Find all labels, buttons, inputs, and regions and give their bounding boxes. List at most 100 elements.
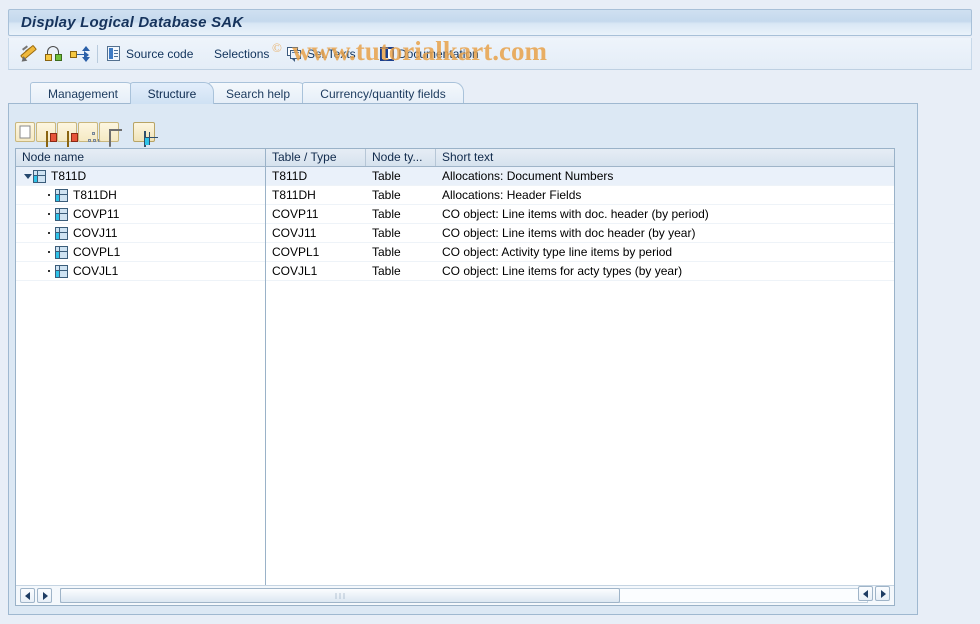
cell-node-name: COVJ11 bbox=[16, 224, 266, 242]
cell-node-type: Table bbox=[372, 207, 401, 221]
column-header-node-name[interactable]: Node name bbox=[16, 149, 266, 166]
window-title-bar: Display Logical Database SAK bbox=[8, 9, 972, 36]
insert-node-button[interactable] bbox=[57, 122, 78, 147]
cell-short-text: Allocations: Header Fields bbox=[442, 188, 582, 202]
table-row[interactable]: COVJ11 COVJ11 Table CO object: Line item… bbox=[16, 224, 894, 243]
cell-short-text: CO object: Activity type line items by p… bbox=[442, 245, 673, 259]
structure-panel: Node name Table / Type Node ty... Short … bbox=[8, 103, 918, 615]
panel-scroll-left-button[interactable] bbox=[858, 586, 873, 601]
node-name-label: COVP11 bbox=[73, 207, 120, 221]
display-change-icon bbox=[19, 44, 39, 64]
grid-horizontal-scrollbar bbox=[16, 585, 894, 605]
cell-node-name: COVP11 bbox=[16, 205, 266, 223]
expand-button[interactable] bbox=[69, 38, 90, 70]
table-row[interactable]: T811D T811D Table Allocations: Document … bbox=[16, 167, 894, 186]
tab-currency-quantity-fields[interactable]: Currency/quantity fields bbox=[302, 82, 464, 104]
scroll-left-button[interactable] bbox=[20, 588, 35, 603]
scroll-thumb[interactable] bbox=[60, 588, 620, 603]
cell-table-type: COVJL1 bbox=[272, 264, 318, 278]
node-name-label: COVJ11 bbox=[73, 226, 118, 240]
cell-short-text: CO object: Line items with doc header (b… bbox=[442, 226, 696, 240]
cell-short-text: CO object: Line items with doc. header (… bbox=[442, 207, 709, 221]
delete-node-button[interactable] bbox=[99, 122, 119, 147]
column-header-node-type[interactable]: Node ty... bbox=[366, 149, 436, 166]
tab-search-help[interactable]: Search help bbox=[208, 82, 308, 104]
page-title: Display Logical Database SAK bbox=[21, 14, 244, 31]
tab-structure-label: Structure bbox=[147, 86, 197, 101]
other-object-icon bbox=[45, 46, 63, 62]
cell-table-type: COVP11 bbox=[272, 207, 319, 221]
documentation-button[interactable]: Documentation bbox=[380, 38, 479, 70]
column-header-node-name-label: Node name bbox=[22, 150, 85, 164]
move-node-button[interactable] bbox=[78, 122, 101, 142]
node-name-label: COVPL1 bbox=[73, 245, 121, 259]
column-header-short-text-label: Short text bbox=[442, 150, 494, 164]
table-row[interactable]: T811DH T811DH Table Allocations: Header … bbox=[16, 186, 894, 205]
node-name-label: T811DH bbox=[73, 188, 117, 202]
table-structure-icon bbox=[55, 207, 68, 221]
cell-short-text: Allocations: Document Numbers bbox=[442, 169, 614, 183]
document-icon bbox=[107, 46, 122, 62]
column-header-table-type[interactable]: Table / Type bbox=[266, 149, 366, 166]
source-code-button[interactable]: Source code bbox=[107, 38, 193, 70]
column-splitter[interactable] bbox=[265, 149, 266, 586]
leaf-bullet-icon bbox=[44, 205, 55, 223]
sel-texts-button[interactable]: Sel.Texts bbox=[287, 38, 356, 70]
blank-page-icon bbox=[19, 125, 31, 139]
cell-node-name: T811DH bbox=[16, 186, 266, 204]
cell-node-type: Table bbox=[372, 226, 401, 240]
source-code-label: Source code bbox=[126, 47, 194, 61]
table-structure-icon bbox=[33, 169, 46, 183]
leaf-bullet-icon bbox=[44, 186, 55, 204]
grip-icon bbox=[335, 593, 345, 598]
cell-table-type: COVPL1 bbox=[272, 245, 320, 259]
cell-short-text: CO object: Line items for acty types (by… bbox=[442, 264, 683, 278]
expand-arrows-icon bbox=[69, 46, 90, 62]
sap-gui-window: Display Logical Database SAK Source code… bbox=[0, 0, 980, 624]
cell-node-name: COVPL1 bbox=[16, 243, 266, 261]
info-icon bbox=[380, 47, 394, 61]
grid-header-row: Node name Table / Type Node ty... Short … bbox=[16, 149, 894, 167]
node-name-label: COVJL1 bbox=[73, 264, 119, 278]
tab-structure[interactable]: Structure bbox=[130, 82, 214, 104]
selections-button[interactable]: Selections bbox=[214, 38, 269, 70]
table-row[interactable]: COVPL1 COVPL1 Table CO object: Activity … bbox=[16, 243, 894, 262]
change-node-button[interactable] bbox=[36, 122, 57, 147]
cell-table-type: T811D bbox=[272, 169, 308, 183]
new-node-button[interactable] bbox=[15, 122, 35, 142]
leaf-bullet-icon bbox=[44, 224, 55, 242]
speech-bubble-icon bbox=[287, 46, 303, 62]
sel-texts-label: Sel.Texts bbox=[307, 47, 356, 61]
column-header-short-text[interactable]: Short text bbox=[436, 149, 894, 166]
column-header-node-type-label: Node ty... bbox=[372, 150, 423, 164]
application-toolbar: Source code Selections Sel.Texts Documen… bbox=[8, 38, 972, 70]
column-header-table-type-label: Table / Type bbox=[272, 150, 337, 164]
other-object-button[interactable] bbox=[45, 38, 63, 70]
cell-node-type: Table bbox=[372, 264, 401, 278]
cell-node-name: T811D bbox=[16, 167, 266, 185]
grid-body: T811D T811D Table Allocations: Document … bbox=[16, 167, 894, 281]
panel-scroll-right-button[interactable] bbox=[875, 586, 890, 601]
scroll-right-button[interactable] bbox=[37, 588, 52, 603]
node-tree-grid: Node name Table / Type Node ty... Short … bbox=[15, 148, 895, 606]
table-structure-icon bbox=[144, 131, 149, 147]
tree-toolbar bbox=[15, 122, 175, 147]
insert-node-icon bbox=[67, 131, 78, 147]
node-name-label: T811D bbox=[51, 169, 87, 183]
table-structure-icon bbox=[55, 226, 68, 240]
tab-management-label: Management bbox=[47, 86, 119, 101]
expander-collapse-icon[interactable] bbox=[22, 167, 33, 185]
cell-table-type: COVJ11 bbox=[272, 226, 317, 240]
table-structure-icon bbox=[55, 188, 68, 202]
tab-currency-quantity-fields-label: Currency/quantity fields bbox=[320, 86, 446, 101]
tab-management[interactable]: Management bbox=[30, 82, 136, 104]
table-structure-icon bbox=[55, 264, 68, 278]
table-row[interactable]: COVP11 COVP11 Table CO object: Line item… bbox=[16, 205, 894, 224]
structure-button[interactable] bbox=[133, 122, 155, 147]
display-change-button[interactable] bbox=[19, 38, 39, 70]
toolbar-separator bbox=[97, 45, 98, 63]
cell-node-type: Table bbox=[372, 188, 401, 202]
cell-table-type: T811DH bbox=[272, 188, 316, 202]
cell-node-type: Table bbox=[372, 169, 401, 183]
table-row[interactable]: COVJL1 COVJL1 Table CO object: Line item… bbox=[16, 262, 894, 281]
